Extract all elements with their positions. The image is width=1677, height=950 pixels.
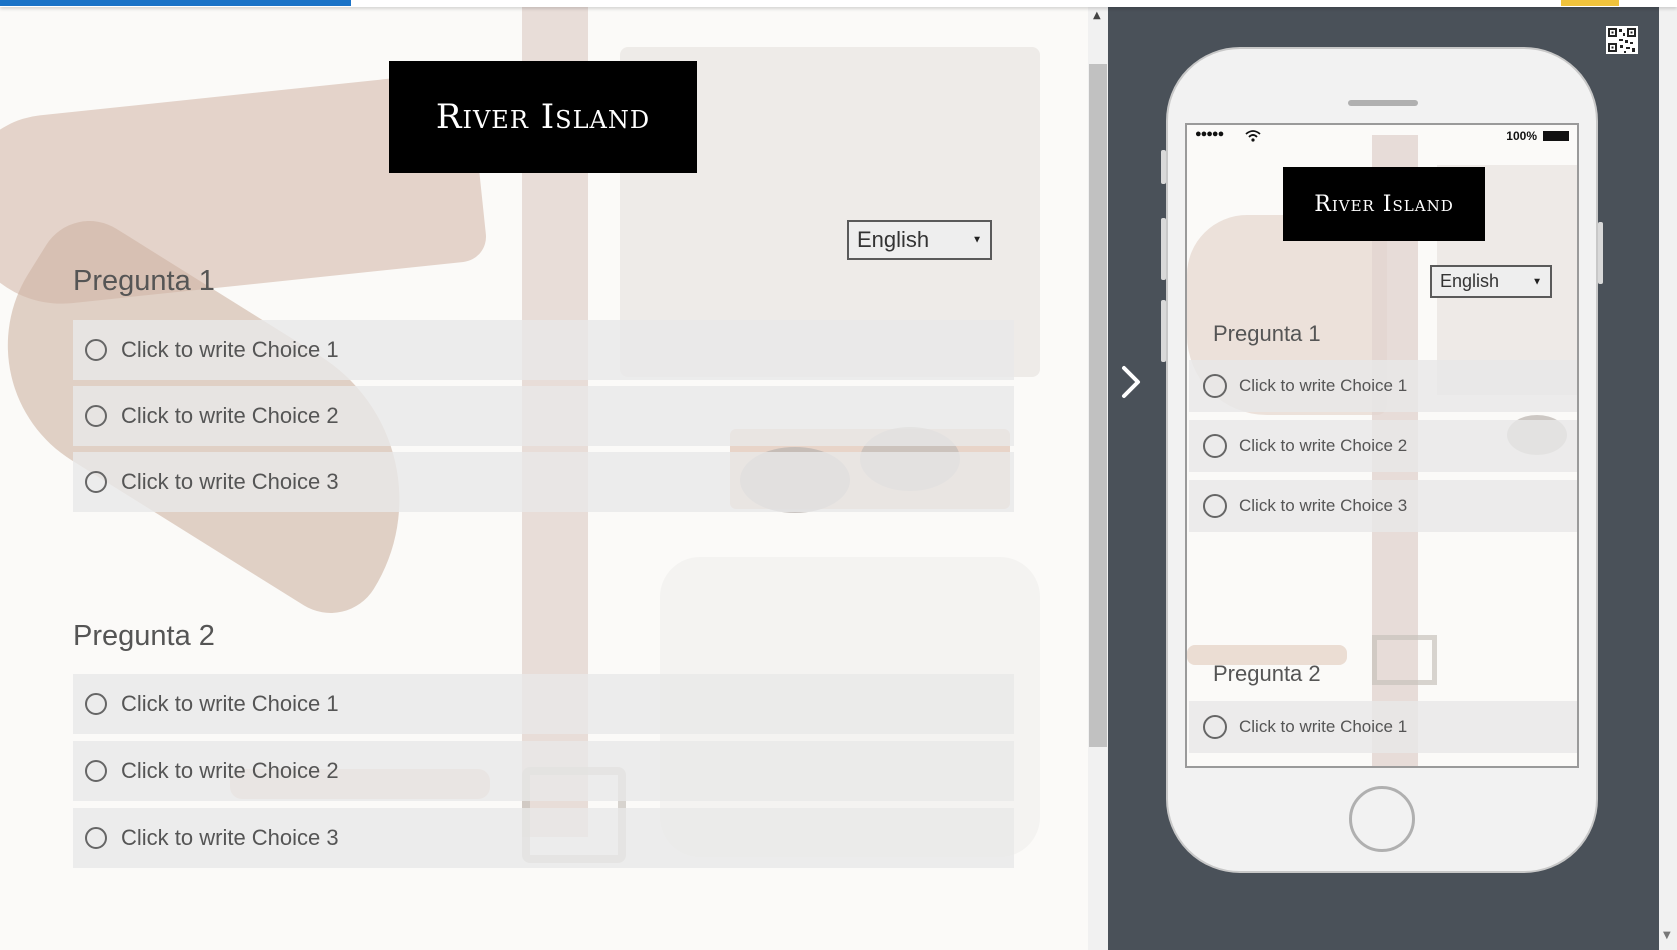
choice-label: Click to write Choice 3 bbox=[1239, 496, 1408, 515]
question-1-choice-3[interactable]: Click to write Choice 3 bbox=[73, 452, 1014, 512]
phone-power-button bbox=[1598, 222, 1603, 284]
brand-logo-text: River Island bbox=[435, 97, 651, 137]
scroll-up-arrow-icon[interactable]: ▲ bbox=[1093, 10, 1101, 21]
choice-label[interactable]: Click to write Choice 3 bbox=[121, 469, 339, 495]
scroll-down-arrow-icon[interactable]: ▼ bbox=[1663, 930, 1671, 941]
question-2-choice-1[interactable]: Click to write Choice 1 bbox=[73, 674, 1014, 734]
radio-button[interactable] bbox=[85, 471, 107, 493]
preview-question-1-choice-1[interactable]: Click to write Choice 1 bbox=[1189, 360, 1577, 412]
radio-button[interactable] bbox=[1203, 434, 1227, 458]
radio-button[interactable] bbox=[85, 339, 107, 361]
choice-label: Click to write Choice 1 bbox=[1239, 717, 1408, 736]
question-1-choice-2[interactable]: Click to write Choice 2 bbox=[73, 386, 1014, 446]
progress-accent bbox=[1561, 0, 1619, 6]
preview-brand-logo: River Island bbox=[1283, 167, 1485, 241]
choice-label[interactable]: Click to write Choice 2 bbox=[121, 403, 339, 429]
preview-question-1-choice-2[interactable]: Click to write Choice 2 bbox=[1189, 420, 1577, 472]
battery-percentage: 100% bbox=[1506, 129, 1537, 143]
signal-strength: ●●●●● bbox=[1195, 128, 1224, 140]
choice-label: Click to write Choice 2 bbox=[1239, 436, 1408, 455]
phone-home-button bbox=[1349, 786, 1415, 852]
survey-canvas: River Island English ▼ Pregunta 1 Click … bbox=[0, 7, 1088, 950]
preview-question-2-choice-1[interactable]: Click to write Choice 1 bbox=[1189, 701, 1577, 753]
preview-question-2-title: Pregunta 2 bbox=[1213, 661, 1321, 686]
choice-label[interactable]: Click to write Choice 2 bbox=[121, 758, 339, 784]
progress-bar bbox=[0, 0, 1677, 7]
progress-fill bbox=[0, 0, 351, 6]
question-1-title[interactable]: Pregunta 1 bbox=[73, 265, 215, 298]
preview-brand-logo-text: River Island bbox=[1314, 191, 1454, 217]
phone-status-bar: ●●●●● 100% bbox=[1187, 125, 1577, 147]
choice-label[interactable]: Click to write Choice 3 bbox=[121, 825, 339, 851]
chevron-right-icon[interactable] bbox=[1118, 362, 1144, 402]
page-scrollbar[interactable] bbox=[1659, 7, 1677, 950]
question-2-choice-2[interactable]: Click to write Choice 2 bbox=[73, 741, 1014, 801]
choice-label[interactable]: Click to write Choice 1 bbox=[121, 691, 339, 717]
radio-button[interactable] bbox=[1203, 715, 1227, 739]
survey-scroll-thumb[interactable] bbox=[1089, 64, 1107, 747]
radio-button[interactable] bbox=[85, 405, 107, 427]
question-2-title[interactable]: Pregunta 2 bbox=[73, 620, 215, 653]
phone-volume-down bbox=[1161, 300, 1166, 362]
preview-question-1-choice-3[interactable]: Click to write Choice 3 bbox=[1189, 480, 1577, 532]
caret-down-icon: ▼ bbox=[1532, 276, 1542, 287]
preview-question-1-title: Pregunta 1 bbox=[1213, 321, 1321, 346]
question-2-choice-3[interactable]: Click to write Choice 3 bbox=[73, 808, 1014, 868]
preview-language-select[interactable]: English ▼ bbox=[1430, 265, 1552, 298]
preview-language-select-value: English bbox=[1440, 271, 1500, 291]
phone-speaker bbox=[1348, 100, 1418, 106]
language-select[interactable]: English ▼ bbox=[847, 220, 992, 260]
brand-logo: River Island bbox=[389, 61, 697, 173]
choice-label: Click to write Choice 1 bbox=[1239, 376, 1408, 395]
question-1-choice-1[interactable]: Click to write Choice 1 bbox=[73, 320, 1014, 380]
phone-mute-switch bbox=[1161, 150, 1166, 184]
radio-button[interactable] bbox=[1203, 494, 1227, 518]
radio-button[interactable] bbox=[85, 760, 107, 782]
phone-screen: ●●●●● 100% River Island English ▼ Pregun… bbox=[1185, 123, 1579, 768]
qr-code-icon[interactable] bbox=[1606, 26, 1638, 54]
wifi-icon bbox=[1245, 130, 1261, 142]
battery-icon bbox=[1543, 131, 1569, 141]
radio-button[interactable] bbox=[1203, 374, 1227, 398]
choice-label[interactable]: Click to write Choice 1 bbox=[121, 337, 339, 363]
radio-button[interactable] bbox=[85, 827, 107, 849]
caret-down-icon: ▼ bbox=[972, 234, 982, 246]
language-select-value: English bbox=[857, 227, 930, 252]
radio-button[interactable] bbox=[85, 693, 107, 715]
phone-volume-up bbox=[1161, 218, 1166, 280]
